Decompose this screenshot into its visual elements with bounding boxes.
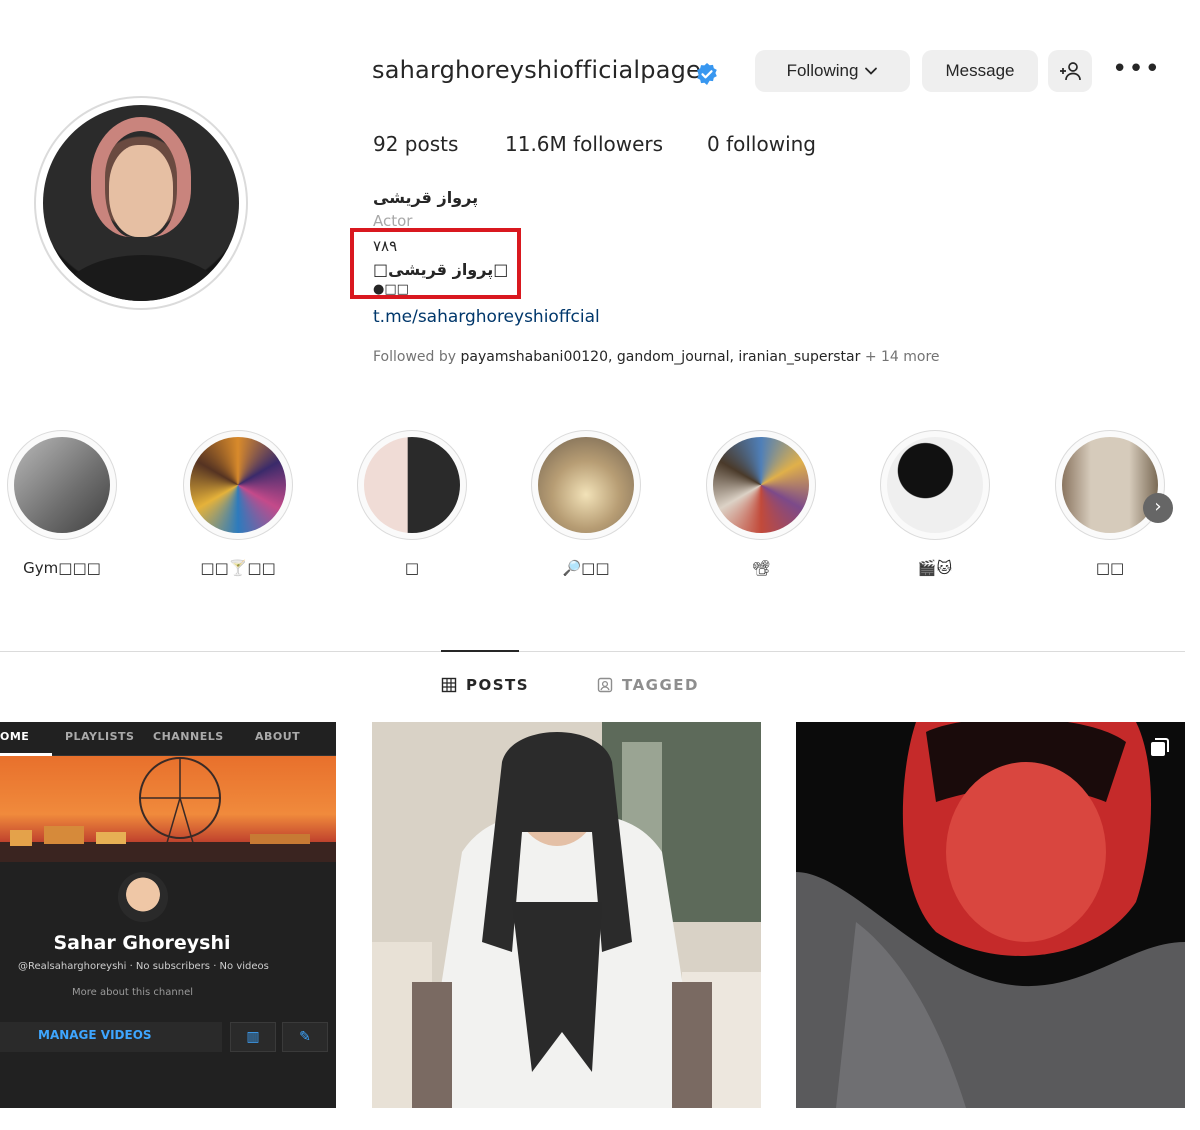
story-highlight[interactable]: □□ xyxy=(1055,430,1165,577)
tab-posts-label: POSTS xyxy=(466,676,530,694)
story-highlight[interactable]: Gym□□□ xyxy=(7,430,117,577)
more-options-icon[interactable]: ••• xyxy=(1112,56,1160,84)
followed-by-prefix: Followed by xyxy=(373,349,457,365)
profile-avatar[interactable] xyxy=(34,96,248,310)
profile-username: saharghoreyshiofficialpage xyxy=(372,56,702,84)
post-thumbnail[interactable]: OME PLAYLISTS CHANNELS ABOUT Sahar Ghore… xyxy=(0,722,336,1108)
suggested-users-button[interactable] xyxy=(1048,50,1092,92)
youtube-tab: PLAYLISTS xyxy=(65,730,135,743)
bio-full-name: پرواز قریشی xyxy=(373,188,479,207)
story-highlight-label: □ xyxy=(404,559,420,577)
story-highlight-label: 🎬🐱 xyxy=(917,559,953,577)
chevron-down-icon xyxy=(865,67,878,75)
following-button[interactable]: Following xyxy=(755,50,910,92)
youtube-manage-videos: MANAGE VIDEOS xyxy=(38,1028,152,1042)
story-highlight-label: □□🍸□□ xyxy=(200,559,276,577)
chevron-right-icon[interactable]: › xyxy=(1143,493,1173,523)
profile-photo xyxy=(43,105,239,301)
add-user-icon xyxy=(1060,62,1081,81)
post-photo xyxy=(372,722,761,1108)
youtube-channel-name: Sahar Ghoreyshi xyxy=(53,932,231,954)
tab-posts[interactable]: POSTS xyxy=(441,676,529,694)
youtube-channel-avatar xyxy=(118,872,168,922)
story-highlight[interactable]: □□🍸□□ xyxy=(183,430,293,577)
youtube-tab: ABOUT xyxy=(255,730,301,743)
tab-tagged-label: TAGGED xyxy=(622,676,699,694)
post-photo xyxy=(796,722,1185,1108)
message-button[interactable]: Message xyxy=(922,50,1038,92)
followed-by-names: payamshabani00120, gandom_journal, irani… xyxy=(460,349,861,365)
youtube-nav: OME PLAYLISTS CHANNELS ABOUT xyxy=(0,722,336,756)
post-thumbnail[interactable] xyxy=(372,722,761,1108)
story-highlight-label: □□ xyxy=(1095,559,1125,577)
bio-link[interactable]: t.me/saharghoreyshioffcial xyxy=(373,307,600,327)
annotation-highlight-box xyxy=(350,228,521,299)
youtube-more-about: More about this channel xyxy=(72,987,193,998)
grid-icon xyxy=(441,677,457,693)
active-tab-indicator xyxy=(441,650,519,652)
story-highlight[interactable]: 📽 xyxy=(706,430,816,577)
followed-by-text[interactable]: Followed by payamshabani00120, gandom_jo… xyxy=(373,349,940,365)
story-highlight-label: Gym□□□ xyxy=(23,559,101,577)
story-highlight[interactable]: 🎬🐱 xyxy=(880,430,990,577)
story-highlight-label: 🔎□□ xyxy=(562,559,610,577)
analytics-icon: ▥ xyxy=(230,1022,276,1052)
story-highlight[interactable]: 🔎□□ xyxy=(531,430,641,577)
tab-tagged[interactable]: TAGGED xyxy=(597,676,699,694)
posts-count: 92 posts xyxy=(373,132,459,156)
followers-count[interactable]: 11.6M followers xyxy=(505,132,663,156)
followed-by-suffix: + 14 more xyxy=(864,349,940,365)
tagged-user-icon xyxy=(597,677,613,693)
youtube-channel-meta: @Realsaharghoreyshi · No subscribers · N… xyxy=(18,961,269,972)
youtube-banner-image xyxy=(0,756,336,862)
edit-pencil-icon: ✎ xyxy=(282,1022,328,1052)
carousel-multiple-icon xyxy=(1151,738,1169,756)
story-highlight-label: 📽 xyxy=(751,559,771,577)
verified-badge-icon xyxy=(697,63,717,85)
story-highlight[interactable]: □ xyxy=(357,430,467,577)
post-thumbnail[interactable] xyxy=(796,722,1185,1108)
tabs-divider xyxy=(0,651,1185,652)
youtube-tab: OME xyxy=(0,730,30,743)
youtube-tab: CHANNELS xyxy=(153,730,224,743)
following-button-label: Following xyxy=(786,61,859,80)
following-count[interactable]: 0 following xyxy=(707,132,816,156)
